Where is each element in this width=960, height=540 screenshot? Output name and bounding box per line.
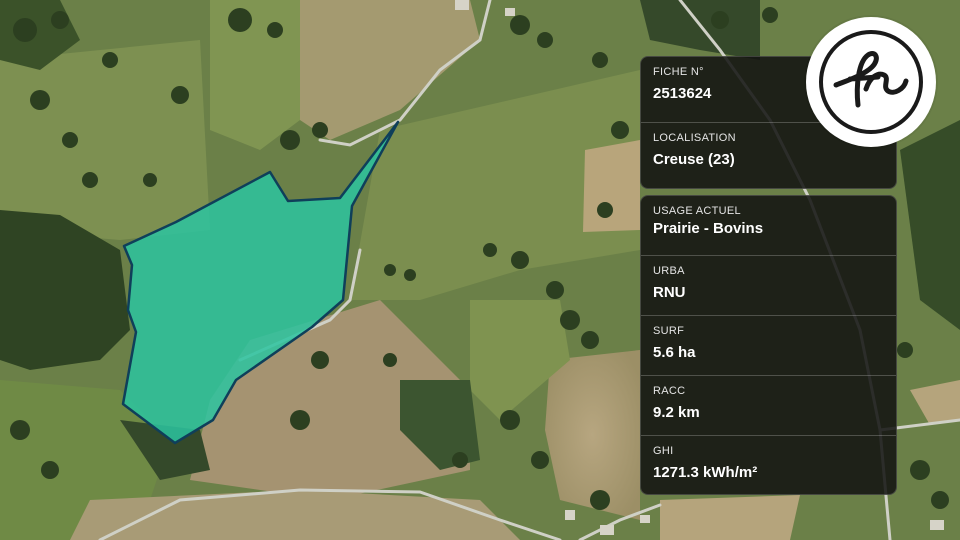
fs-monogram-icon (819, 30, 923, 134)
racc-row: RACC 9.2 km (641, 376, 896, 436)
field (0, 40, 210, 240)
surf-value: 5.6 ha (653, 344, 696, 361)
usage-label: USAGE ACTUEL (653, 205, 741, 217)
surf-row: SURF 5.6 ha (641, 316, 896, 376)
urba-label: URBA (653, 265, 685, 277)
parcel-details-panel: USAGE ACTUEL Prairie - Bovins URBA RNU S… (640, 195, 897, 495)
usage-row: USAGE ACTUEL Prairie - Bovins (641, 196, 896, 256)
ghi-row: GHI 1271.3 kWh/m² (641, 436, 896, 494)
urba-row: URBA RNU (641, 256, 896, 316)
racc-value: 9.2 km (653, 404, 700, 421)
ghi-label: GHI (653, 445, 674, 457)
racc-label: RACC (653, 385, 686, 397)
field (583, 140, 640, 232)
fs-logo (806, 17, 936, 147)
surf-label: SURF (653, 325, 685, 337)
localisation-value: Creuse (23) (653, 151, 735, 168)
usage-value: Prairie - Bovins (653, 220, 764, 237)
urba-value: RNU (653, 284, 686, 301)
ghi-value: 1271.3 kWh/m² (653, 464, 758, 481)
field (660, 495, 800, 540)
